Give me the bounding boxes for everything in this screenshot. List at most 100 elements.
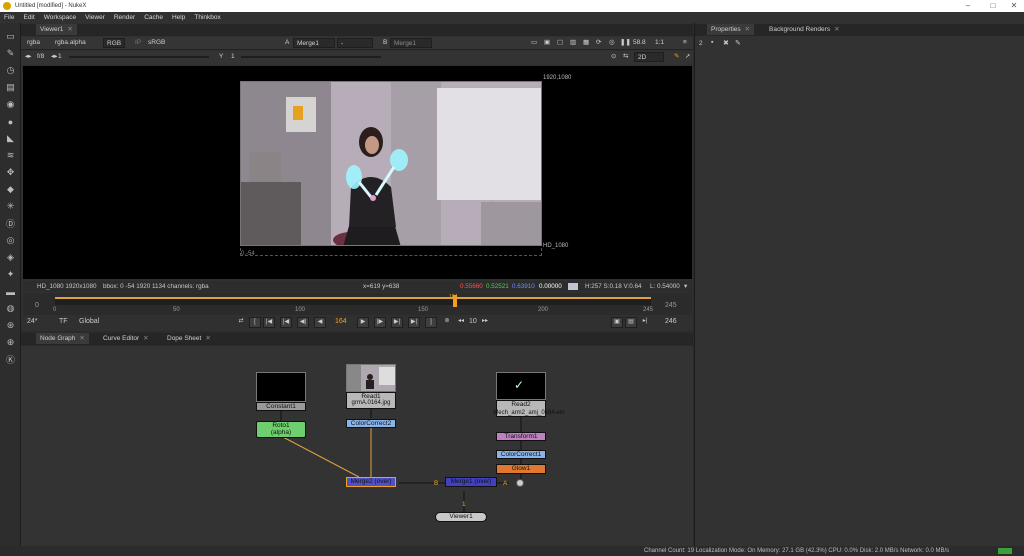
merge1-node[interactable]: Merge1 (over) [445, 477, 497, 487]
camera-icon[interactable]: ⊙ [611, 52, 616, 62]
glow1-node[interactable]: Glow1 [496, 464, 546, 474]
menu-help[interactable]: Help [172, 14, 185, 21]
loop-icon[interactable]: ⇄ [235, 317, 247, 328]
target-icon[interactable]: ◎ [609, 38, 615, 48]
tf-select[interactable]: TF [59, 318, 68, 325]
max-panels-field[interactable]: 2 [699, 40, 703, 47]
play-forward-icon[interactable]: ▶ [357, 317, 369, 328]
overlay-icon[interactable]: ▣ [544, 38, 550, 48]
alpha-channel-select[interactable]: rgba.alpha [55, 38, 86, 48]
last-frame-icon[interactable]: ▶| [408, 317, 420, 328]
transform-tool-icon[interactable]: ✥ [4, 167, 17, 178]
end-frame-field[interactable]: 246 [665, 318, 677, 325]
menu-workspace[interactable]: Workspace [44, 14, 76, 21]
toolsets-tool-icon[interactable]: ✦ [4, 269, 17, 280]
step-back-icon[interactable]: ◂◂ [455, 317, 467, 328]
channel-tool-icon[interactable]: ▤ [4, 82, 17, 93]
particles-tool-icon[interactable]: ✳ [4, 201, 17, 212]
furnace-tool-icon[interactable]: ◍ [4, 303, 17, 314]
gizmo-tool-icon[interactable]: ⊕ [4, 337, 17, 348]
tab-properties[interactable]: Properties ✕ [707, 24, 755, 35]
view-mode-select[interactable]: 2D [634, 52, 664, 62]
gain-arrows-icon[interactable]: ◂▸ [51, 52, 58, 62]
refresh-icon[interactable]: ⟳ [596, 38, 601, 48]
gamma-slider[interactable] [241, 56, 381, 58]
info-menu-icon[interactable]: ▾ [684, 281, 687, 292]
draw-tool-icon[interactable]: ✎ [4, 48, 17, 59]
timeline-ruler[interactable] [55, 297, 651, 305]
close-icon[interactable]: ✕ [1004, 0, 1024, 12]
frames-icon[interactable]: ⇆ [623, 52, 628, 62]
menu-cache[interactable]: Cache [144, 14, 163, 21]
color-tool-icon[interactable]: ◉ [4, 99, 17, 110]
gain-slider[interactable] [69, 56, 209, 58]
prev-keyframe-icon[interactable]: |◀ [280, 317, 292, 328]
roi-icon[interactable]: ▭ [531, 38, 537, 48]
tab-dope-sheet[interactable]: Dope Sheet ✕ [163, 333, 215, 344]
colorcorrect1-node[interactable]: ColorCorrect1 [496, 450, 546, 459]
range-select[interactable]: Global [79, 318, 99, 325]
clear-panels-icon[interactable]: ✖ [723, 39, 729, 47]
first-frame-icon[interactable]: |◀ [263, 317, 275, 328]
brush-icon[interactable]: ✎ [674, 52, 679, 62]
other-tool-icon[interactable]: ▬ [4, 286, 17, 297]
filter-tool-icon[interactable]: ● [4, 116, 17, 127]
maximize-icon[interactable]: □ [983, 0, 1003, 12]
scale-ratio-select[interactable]: 1:1 [655, 38, 664, 48]
zoom-percent[interactable]: 58.8 [633, 38, 646, 48]
tab-viewer1[interactable]: Viewer1 ✕ [36, 24, 77, 35]
current-frame-field[interactable]: 164 [335, 318, 347, 325]
next-keyframe-icon[interactable]: ▶| [391, 317, 403, 328]
tab-curve-editor[interactable]: Curve Editor ✕ [99, 333, 153, 344]
next-frame-icon[interactable]: |▶ [374, 317, 386, 328]
in-point-icon[interactable]: [ [249, 317, 261, 328]
gamma-value[interactable]: 1 [231, 52, 235, 62]
menu-render[interactable]: Render [114, 14, 135, 21]
gain-value[interactable]: 1 [58, 52, 62, 62]
ab-operation-select[interactable]: - [337, 38, 373, 48]
viewer1-node[interactable]: Viewer1 [435, 512, 487, 522]
fstop-value[interactable]: f/8 [37, 52, 44, 62]
input-b-select[interactable]: Merge1 [390, 38, 432, 48]
menu-edit[interactable]: Edit [23, 14, 34, 21]
flipbook-icon[interactable]: ▤ [625, 317, 637, 328]
pointer-icon[interactable]: ➚ [685, 52, 690, 62]
close-tab-icon[interactable]: ✕ [67, 26, 72, 33]
pause-icon[interactable]: ❚❚ [620, 38, 631, 48]
image-tool-icon[interactable]: ▭ [4, 31, 17, 42]
node-icon[interactable]: ▪ [711, 39, 713, 46]
krakatoa-tool-icon[interactable]: Ⓚ [4, 354, 17, 365]
colorcorrect2-node[interactable]: ColorCorrect2 [346, 419, 396, 428]
input-a-select[interactable]: Merge1 [293, 38, 335, 48]
play-backward-icon[interactable]: ◀ [314, 317, 326, 328]
transform1-node[interactable]: Transform1 [496, 432, 546, 441]
cache-icon[interactable]: ▣ [611, 317, 623, 328]
display-mode-select[interactable]: RGB [103, 38, 126, 48]
edit-icon[interactable]: ✎ [735, 39, 741, 47]
colorspace-select[interactable]: sRGB [148, 38, 165, 48]
out-range-icon[interactable]: ▸| [639, 317, 651, 328]
ocula-tool-icon[interactable]: ⊛ [4, 320, 17, 331]
constant1-node[interactable]: Constant1 [256, 402, 306, 411]
channels-select[interactable]: rgba [27, 38, 40, 48]
node-graph-canvas[interactable]: Constant1 Roto1 (alpha) Read1 grmA.0164.… [21, 346, 693, 556]
fstop-arrows-icon[interactable]: ◂▸ [25, 52, 32, 62]
menu-thinkbox[interactable]: Thinkbox [194, 14, 220, 21]
merge2-node[interactable]: Merge2 (over) [346, 477, 396, 487]
minimize-icon[interactable]: – [958, 0, 978, 12]
time-tool-icon[interactable]: ◷ [4, 65, 17, 76]
3d-tool-icon[interactable]: ◆ [4, 184, 17, 195]
ip-toggle[interactable]: IP [135, 38, 141, 48]
read1-node[interactable]: Read1 grmA.0164.jpg [346, 392, 396, 409]
merge-tool-icon[interactable]: ≋ [4, 150, 17, 161]
prev-frame-icon[interactable]: ◀| [297, 317, 309, 328]
safe-area-icon[interactable]: ▢ [557, 38, 563, 48]
tab-node-graph[interactable]: Node Graph ✕ [36, 333, 89, 344]
clip-warning-icon[interactable]: ▦ [583, 38, 589, 48]
views-tool-icon[interactable]: ◎ [4, 235, 17, 246]
keyer-tool-icon[interactable]: ◣ [4, 133, 17, 144]
mask-input-dot[interactable] [516, 479, 524, 487]
viewer-menu-icon[interactable]: ≡ [683, 38, 687, 48]
deep-tool-icon[interactable]: Ⓓ [4, 218, 17, 229]
step-field[interactable]: 10 [469, 318, 477, 325]
